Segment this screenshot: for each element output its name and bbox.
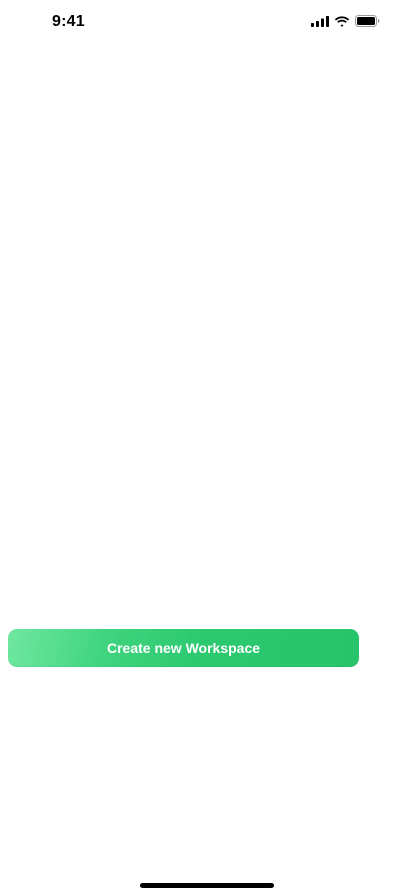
cellular-signal-icon bbox=[311, 15, 329, 27]
home-indicator[interactable] bbox=[140, 883, 274, 888]
status-bar: 9:41 bbox=[0, 0, 414, 44]
battery-icon bbox=[355, 15, 380, 27]
status-icons bbox=[311, 15, 380, 27]
create-new-workspace-button[interactable]: Create new Workspace bbox=[8, 629, 359, 667]
wifi-icon bbox=[334, 15, 350, 27]
status-time: 9:41 bbox=[52, 13, 85, 30]
